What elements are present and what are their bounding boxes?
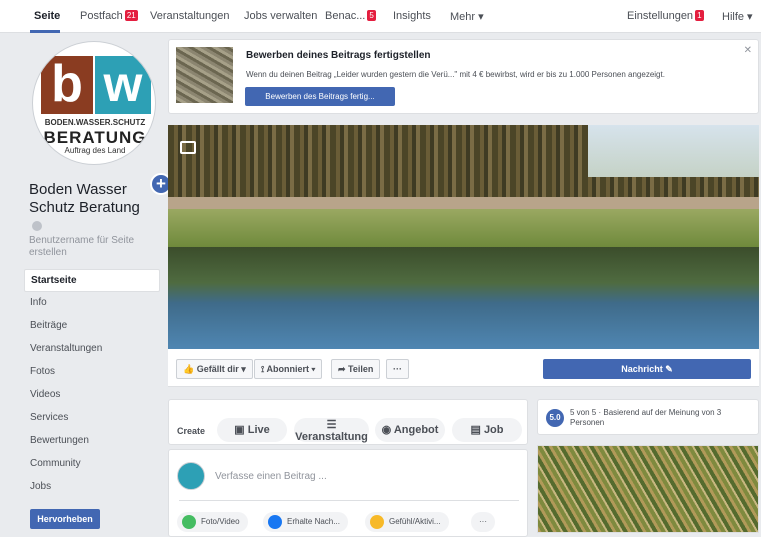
create-event-button[interactable]: ☰ Veranstaltung [294, 418, 369, 443]
boost-title: Bewerben deines Beitrags fertigstellen [246, 50, 431, 61]
tab-benachrichtigungen[interactable]: Benac... 5 [325, 10, 376, 22]
verified-check-icon [32, 221, 42, 231]
feeling-activity-button[interactable]: Gefühl/Aktivi... [365, 512, 449, 532]
job-label: Job [483, 424, 504, 436]
promote-button[interactable]: Hervorheben [30, 509, 100, 529]
create-label: Create [177, 426, 206, 436]
share-button[interactable]: ➦ Teilen [331, 359, 381, 379]
tab-mehr[interactable]: Mehr ▾ [450, 10, 484, 23]
briefcase-icon: ▤ [470, 424, 484, 436]
avatar [177, 462, 205, 490]
create-job-button[interactable]: ▤ Job [452, 418, 522, 442]
sidebar-item-beitraege[interactable]: Beiträge [24, 315, 160, 338]
profile-picture[interactable]: b w BODEN.WASSER.SCHUTZ BERATUNG Auftrag… [32, 41, 156, 165]
sidebar-item-community[interactable]: Community [24, 453, 160, 476]
rating-card[interactable]: 5.0 5 von 5 · Basierend auf der Meinung … [537, 399, 759, 435]
photo-preview[interactable] [537, 445, 759, 533]
create-live-button[interactable]: ▣ Live [217, 418, 287, 442]
more-button[interactable]: ··· [386, 359, 409, 379]
cover-grass [168, 209, 759, 247]
rating-score: 5.0 [546, 409, 564, 427]
tab-veranstaltungen[interactable]: Veranstaltungen [150, 10, 230, 22]
tab-seite[interactable]: Seite [34, 10, 60, 22]
create-bar: Create ▣ Live ☰ Veranstaltung ◉ Angebot ▤… [168, 399, 528, 445]
tab-insights[interactable]: Insights [393, 10, 431, 22]
live-label: Live [247, 424, 270, 436]
sidebar-item-startseite[interactable]: Startseite [24, 269, 160, 292]
cover-field [168, 197, 759, 209]
camera-icon[interactable] [180, 141, 196, 154]
get-messages-button[interactable]: Erhalte Nach... [263, 512, 348, 532]
settings-label: Einstellungen [627, 10, 694, 22]
offer-icon: ◉ [381, 424, 394, 436]
left-sidebar: b w BODEN.WASSER.SCHUTZ BERATUNG Auftrag… [24, 33, 172, 534]
tab-jobs-verwalten[interactable]: Jobs verwalten [244, 10, 317, 22]
boost-text: Wenn du deinen Beitrag „Leider wurden ge… [246, 70, 665, 79]
photo-icon [182, 515, 196, 529]
close-icon[interactable]: ✕ [744, 45, 752, 56]
message-button[interactable]: Nachricht ✎ [543, 359, 751, 379]
like-button[interactable]: 👍 Gefällt dir ▾ [176, 359, 253, 379]
tab-postfach-label: Postfach [80, 10, 123, 22]
feeling-label: Gefühl/Aktivi... [389, 517, 441, 526]
sidebar-item-fotos[interactable]: Fotos [24, 361, 160, 384]
event-label: Veranstaltung [295, 431, 368, 443]
post-input[interactable]: Verfasse einen Beitrag ... [215, 471, 327, 482]
composer-more-button[interactable]: ··· [471, 512, 495, 532]
messenger-icon [268, 515, 282, 529]
sidebar-nav: Startseite Info Beiträge Veranstaltungen… [24, 269, 160, 499]
sidebar-item-videos[interactable]: Videos [24, 384, 160, 407]
sidebar-item-veranstaltungen[interactable]: Veranstaltungen [24, 338, 160, 361]
cover-pond [168, 247, 759, 349]
sidebar-item-services[interactable]: Services [24, 407, 160, 430]
page-actions-bar: 👍 Gefällt dir ▾ ⟟ Abonniert ▾ ➦ Teilen ·… [168, 349, 759, 387]
messages-label: Erhalte Nach... [287, 517, 340, 526]
create-offer-button[interactable]: ◉ Angebot [375, 418, 445, 442]
rating-text: 5 von 5 · Basierend auf der Meinung von … [570, 408, 722, 427]
offer-label: Angebot [393, 424, 439, 436]
tab-postfach[interactable]: Postfach 21 [80, 10, 138, 22]
logo-w: w [95, 56, 151, 114]
logo-line1: BODEN.WASSER.SCHUTZ [44, 118, 146, 127]
photo-video-button[interactable]: Foto/Video [177, 512, 248, 532]
emoji-icon [370, 515, 384, 529]
sidebar-item-info[interactable]: Info [24, 292, 160, 315]
sidebar-item-jobs[interactable]: Jobs [24, 476, 160, 499]
video-icon: ▣ [234, 424, 248, 436]
tab-benachrichtigungen-label: Benac... [325, 10, 366, 22]
logo-line2: BERATUNG [43, 128, 147, 147]
divider [179, 500, 519, 501]
benachrichtigungen-badge: 5 [367, 10, 376, 21]
post-composer: Verfasse einen Beitrag ... Foto/Video Er… [168, 449, 528, 537]
logo-b: b [41, 56, 93, 114]
photo-label: Foto/Video [201, 517, 240, 526]
cover-bright-sky [588, 125, 759, 177]
post-thumbnail [176, 47, 233, 103]
cover-photo[interactable] [168, 125, 759, 349]
follow-label: Abonniert ▾ [266, 364, 316, 374]
calendar-icon: ☰ [326, 419, 337, 431]
page-top-nav: Seite Postfach 21 Veranstaltungen Jobs ve… [0, 0, 761, 33]
follow-button[interactable]: ⟟ Abonniert ▾ [254, 359, 323, 379]
help-menu[interactable]: Hilfe ▾ [722, 10, 753, 23]
create-username-link[interactable]: Benutzername für Seite erstellen [29, 235, 159, 259]
page-name: Boden Wasser Schutz Beratung [29, 181, 140, 216]
settings-badge: 1 [695, 10, 704, 21]
postfach-badge: 21 [124, 10, 138, 21]
boost-reminder-card: Bewerben deines Beitrags fertigstellen W… [168, 39, 759, 114]
sidebar-item-bewertungen[interactable]: Bewertungen [24, 430, 160, 453]
finish-boost-button[interactable]: Bewerben des Beitrags fertig... [245, 87, 395, 106]
settings-link[interactable]: Einstellungen 1 [627, 10, 704, 22]
logo-line3: Auftrag des Land [64, 146, 126, 155]
